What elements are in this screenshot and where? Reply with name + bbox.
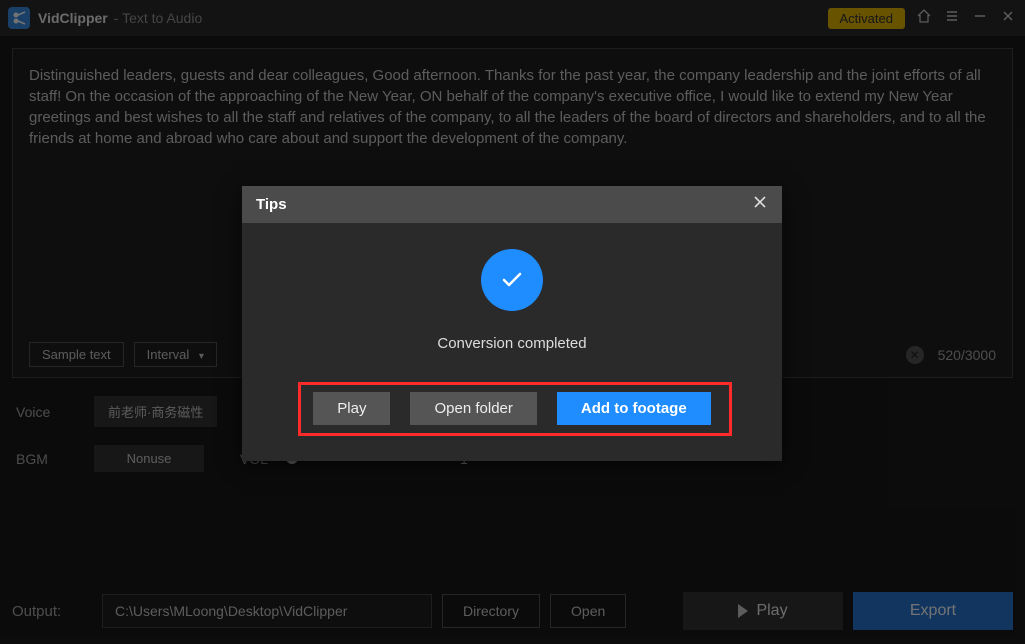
open-button[interactable]: Open xyxy=(550,594,626,628)
directory-button[interactable]: Directory xyxy=(442,594,540,628)
char-counter: 520/3000 xyxy=(938,347,996,363)
menu-icon[interactable] xyxy=(943,8,961,29)
bgm-select[interactable]: Nonuse xyxy=(94,445,204,472)
modal-add-footage-button[interactable]: Add to footage xyxy=(557,392,711,425)
app-title: VidClipper xyxy=(38,10,108,26)
minimize-icon[interactable] xyxy=(971,9,989,28)
export-button[interactable]: Export xyxy=(853,592,1013,630)
interval-button[interactable]: Interval ▾ xyxy=(134,342,217,367)
output-label: Output: xyxy=(12,603,92,620)
text-content: Distinguished leaders, guests and dear c… xyxy=(29,65,996,149)
app-logo-icon xyxy=(8,7,30,29)
activated-badge: Activated xyxy=(828,8,905,29)
success-check-icon xyxy=(481,249,543,311)
close-icon[interactable] xyxy=(999,9,1017,28)
modal-title: Tips xyxy=(256,196,287,213)
modal-play-button[interactable]: Play xyxy=(313,392,390,425)
modal-message: Conversion completed xyxy=(437,335,586,352)
play-button[interactable]: Play xyxy=(683,592,843,630)
voice-select[interactable]: 前老师·商务磁性 xyxy=(94,396,217,427)
voice-label: Voice xyxy=(16,404,76,420)
sample-text-button[interactable]: Sample text xyxy=(29,342,124,367)
interval-label: Interval xyxy=(147,347,190,362)
modal-close-icon[interactable] xyxy=(752,194,768,215)
home-icon[interactable] xyxy=(915,8,933,29)
bgm-label: BGM xyxy=(16,451,76,467)
page-title: - Text to Audio xyxy=(114,10,202,26)
titlebar: VidClipper - Text to Audio Activated xyxy=(0,0,1025,36)
output-row: Output: C:\Users\MLoong\Desktop\VidClipp… xyxy=(12,592,1013,630)
play-label: Play xyxy=(756,602,787,620)
tips-modal: Tips Conversion completed Play Open fold… xyxy=(242,186,782,461)
output-path-field[interactable]: C:\Users\MLoong\Desktop\VidClipper xyxy=(102,594,432,628)
clear-text-icon[interactable]: ✕ xyxy=(906,346,924,364)
play-icon xyxy=(738,604,748,618)
chevron-down-icon: ▾ xyxy=(199,351,204,362)
modal-open-folder-button[interactable]: Open folder xyxy=(410,392,536,425)
